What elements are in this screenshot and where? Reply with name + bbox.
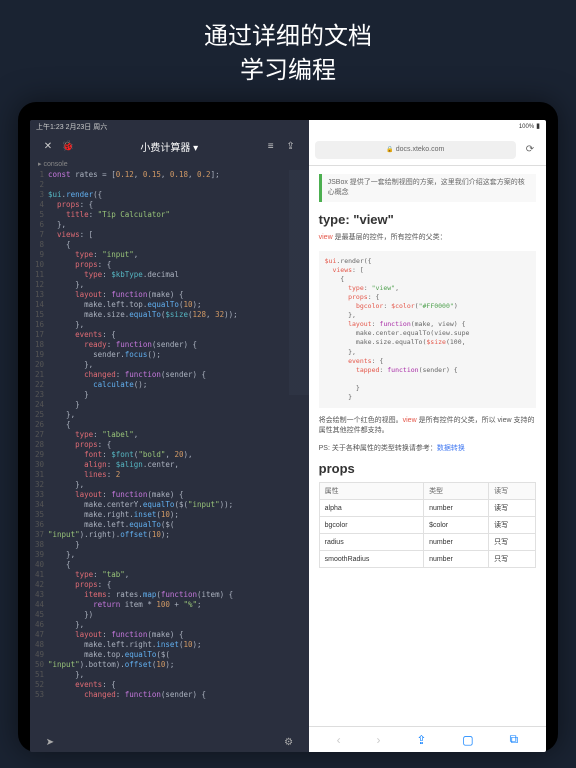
lock-icon: 🔒 (386, 146, 393, 153)
bookmarks-icon[interactable]: ▢ (462, 733, 473, 747)
table-row: smoothRadiusnumber只写 (319, 551, 535, 568)
hero-heading: 通过详细的文档 学习编程 (0, 0, 576, 102)
doc-intro-quote: JSBox 提供了一套绘制视图的方案，这里我们介绍这套方案的核心概念 (319, 174, 536, 202)
back-icon[interactable]: ‹ (337, 733, 341, 747)
reload-icon[interactable]: ⟳ (523, 143, 537, 157)
minimap[interactable] (289, 170, 309, 732)
browser-toolbar: 🔒 docs.xteko.com ⟳ (309, 134, 546, 166)
table-row: alphanumber读写 (319, 500, 535, 517)
doc-paragraph: PS: 关于各种属性的类型转换请参考：数据转换 (319, 444, 536, 454)
line-gutter: 1234567891011121314151617181920212223242… (30, 170, 48, 732)
doc-content[interactable]: JSBox 提供了一套绘制视图的方案，这里我们介绍这套方案的核心概念 type:… (309, 166, 546, 726)
bug-icon[interactable]: 🐞 (61, 139, 75, 153)
settings-icon[interactable]: ⚙ (282, 735, 296, 749)
share-icon[interactable]: ⇪ (416, 733, 426, 747)
docs-browser-pane: 100% ▮ 🔒 docs.xteko.com ⟳ JSBox 提供了一套绘制视… (309, 120, 546, 752)
forward-icon[interactable]: › (376, 733, 380, 747)
table-header: 读写 (489, 483, 536, 500)
browser-footer: ‹ › ⇪ ▢ ⧉ (309, 726, 546, 752)
code-area[interactable]: 1234567891011121314151617181920212223242… (30, 170, 309, 732)
editor-title[interactable]: 小费计算器 ▾ (78, 139, 261, 154)
doc-paragraph: 将会绘制一个红色的视图。view 是所有控件的父类，所以 view 支持的属性其… (319, 416, 536, 436)
list-icon[interactable]: ≡ (264, 139, 278, 153)
tablet-frame: 上午1:23 2月23日 周六 ✕ 🐞 小费计算器 ▾ ≡ ⇪ ▸ consol… (18, 102, 558, 752)
editor-header: ✕ 🐞 小费计算器 ▾ ≡ ⇪ (30, 134, 309, 158)
doc-heading-type: type: "view" (319, 212, 536, 227)
url-text: docs.xteko.com (396, 146, 445, 153)
code-editor-pane: 上午1:23 2月23日 周六 ✕ 🐞 小费计算器 ▾ ≡ ⇪ ▸ consol… (30, 120, 309, 752)
code-content[interactable]: const rates = [0.12, 0.15, 0.18, 0.2]; $… (48, 170, 309, 732)
table-row: bgcolor$color读写 (319, 517, 535, 534)
table-row: radiusnumber只写 (319, 534, 535, 551)
doc-heading-props: props (319, 461, 536, 476)
close-icon[interactable]: ✕ (41, 139, 55, 153)
battery-indicator: 100% ▮ (519, 122, 540, 132)
doc-paragraph: view 是最基层的控件，所有控件的父类： (319, 233, 536, 243)
share-icon[interactable]: ⇪ (284, 139, 298, 153)
run-icon[interactable]: ➤ (43, 735, 57, 749)
status-time: 上午1:23 2月23日 周六 (36, 122, 107, 132)
editor-footer: ➤ ⚙ (30, 732, 309, 752)
status-bar-right: 100% ▮ (309, 120, 546, 134)
props-table: 属性类型读写 alphanumber读写bgcolor$color读写radiu… (319, 482, 536, 568)
url-bar[interactable]: 🔒 docs.xteko.com (315, 141, 516, 159)
table-header: 属性 (319, 483, 423, 500)
tablet-screen: 上午1:23 2月23日 周六 ✕ 🐞 小费计算器 ▾ ≡ ⇪ ▸ consol… (30, 120, 546, 752)
doc-code-block: $ui.render({ views: [ { type: "view", pr… (319, 251, 536, 409)
status-bar: 上午1:23 2月23日 周六 (30, 120, 309, 134)
table-header: 类型 (424, 483, 489, 500)
console-tab[interactable]: ▸ console (30, 158, 309, 170)
tabs-icon[interactable]: ⧉ (509, 732, 518, 747)
